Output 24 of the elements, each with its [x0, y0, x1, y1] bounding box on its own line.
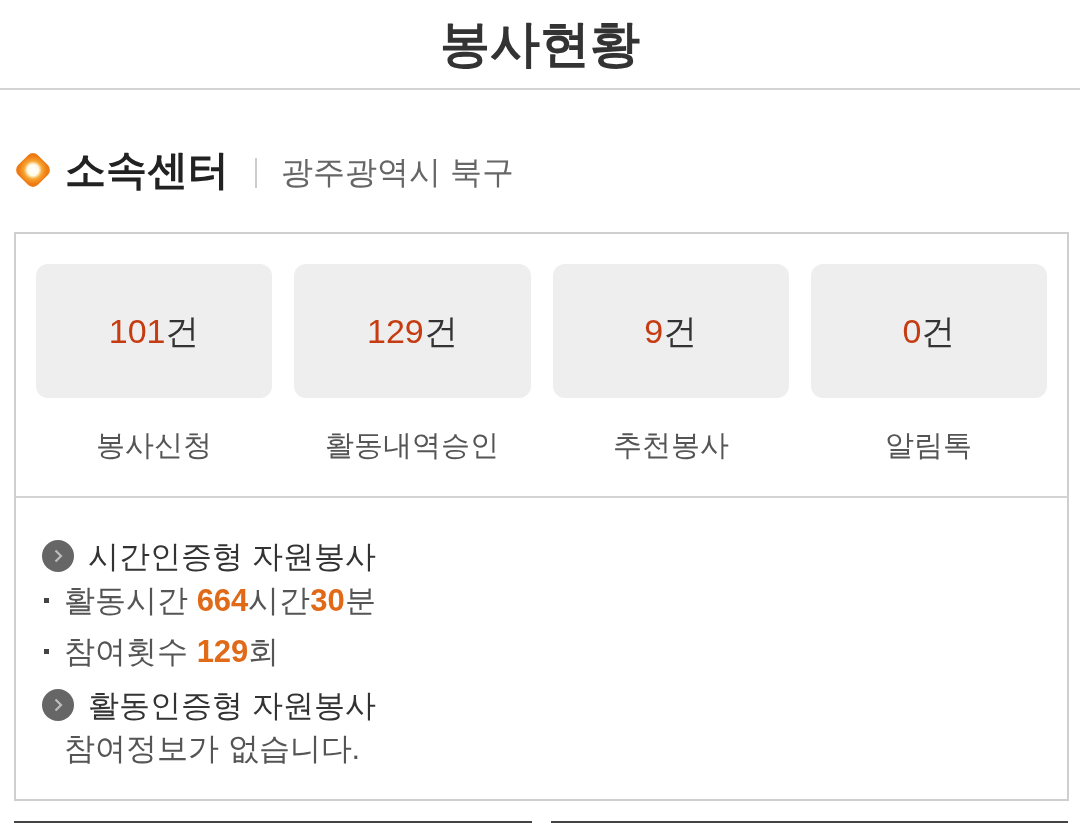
record-heading: 활동인증형 자원봉사: [88, 689, 376, 721]
stat-label: 활동내역승인: [325, 428, 500, 464]
record-stat: 참여횟수 129회: [64, 635, 280, 667]
page-title: 봉사현황: [440, 19, 640, 69]
bullet-icon: [44, 648, 49, 654]
empty-message: 참여정보가 없습니다.: [64, 732, 361, 764]
stat-count: 0건: [902, 314, 956, 348]
stat-label: 알림톡: [885, 428, 973, 464]
stat-count: 129건: [367, 314, 458, 348]
stat-count: 9건: [644, 314, 698, 348]
record-stat: 활동시간 664시간30분: [64, 584, 376, 616]
section-heading: 소속센터: [65, 149, 229, 191]
chevron-circle-icon: [42, 689, 74, 721]
center-name: 광주광역시 북구: [281, 156, 514, 188]
bullet-icon: [44, 597, 49, 603]
stat-card[interactable]: 101건: [36, 264, 273, 398]
stat-count: 101건: [108, 314, 200, 348]
stat-label: 봉사신청: [96, 428, 213, 464]
stat-label: 추천봉사: [612, 428, 729, 464]
stat-card[interactable]: 0건: [810, 264, 1047, 398]
stat-card[interactable]: 9건: [552, 264, 789, 398]
record-heading: 시간인증형 자원봉사: [88, 540, 376, 572]
stat-card[interactable]: 129건: [294, 264, 531, 398]
chevron-circle-icon: [42, 540, 74, 572]
